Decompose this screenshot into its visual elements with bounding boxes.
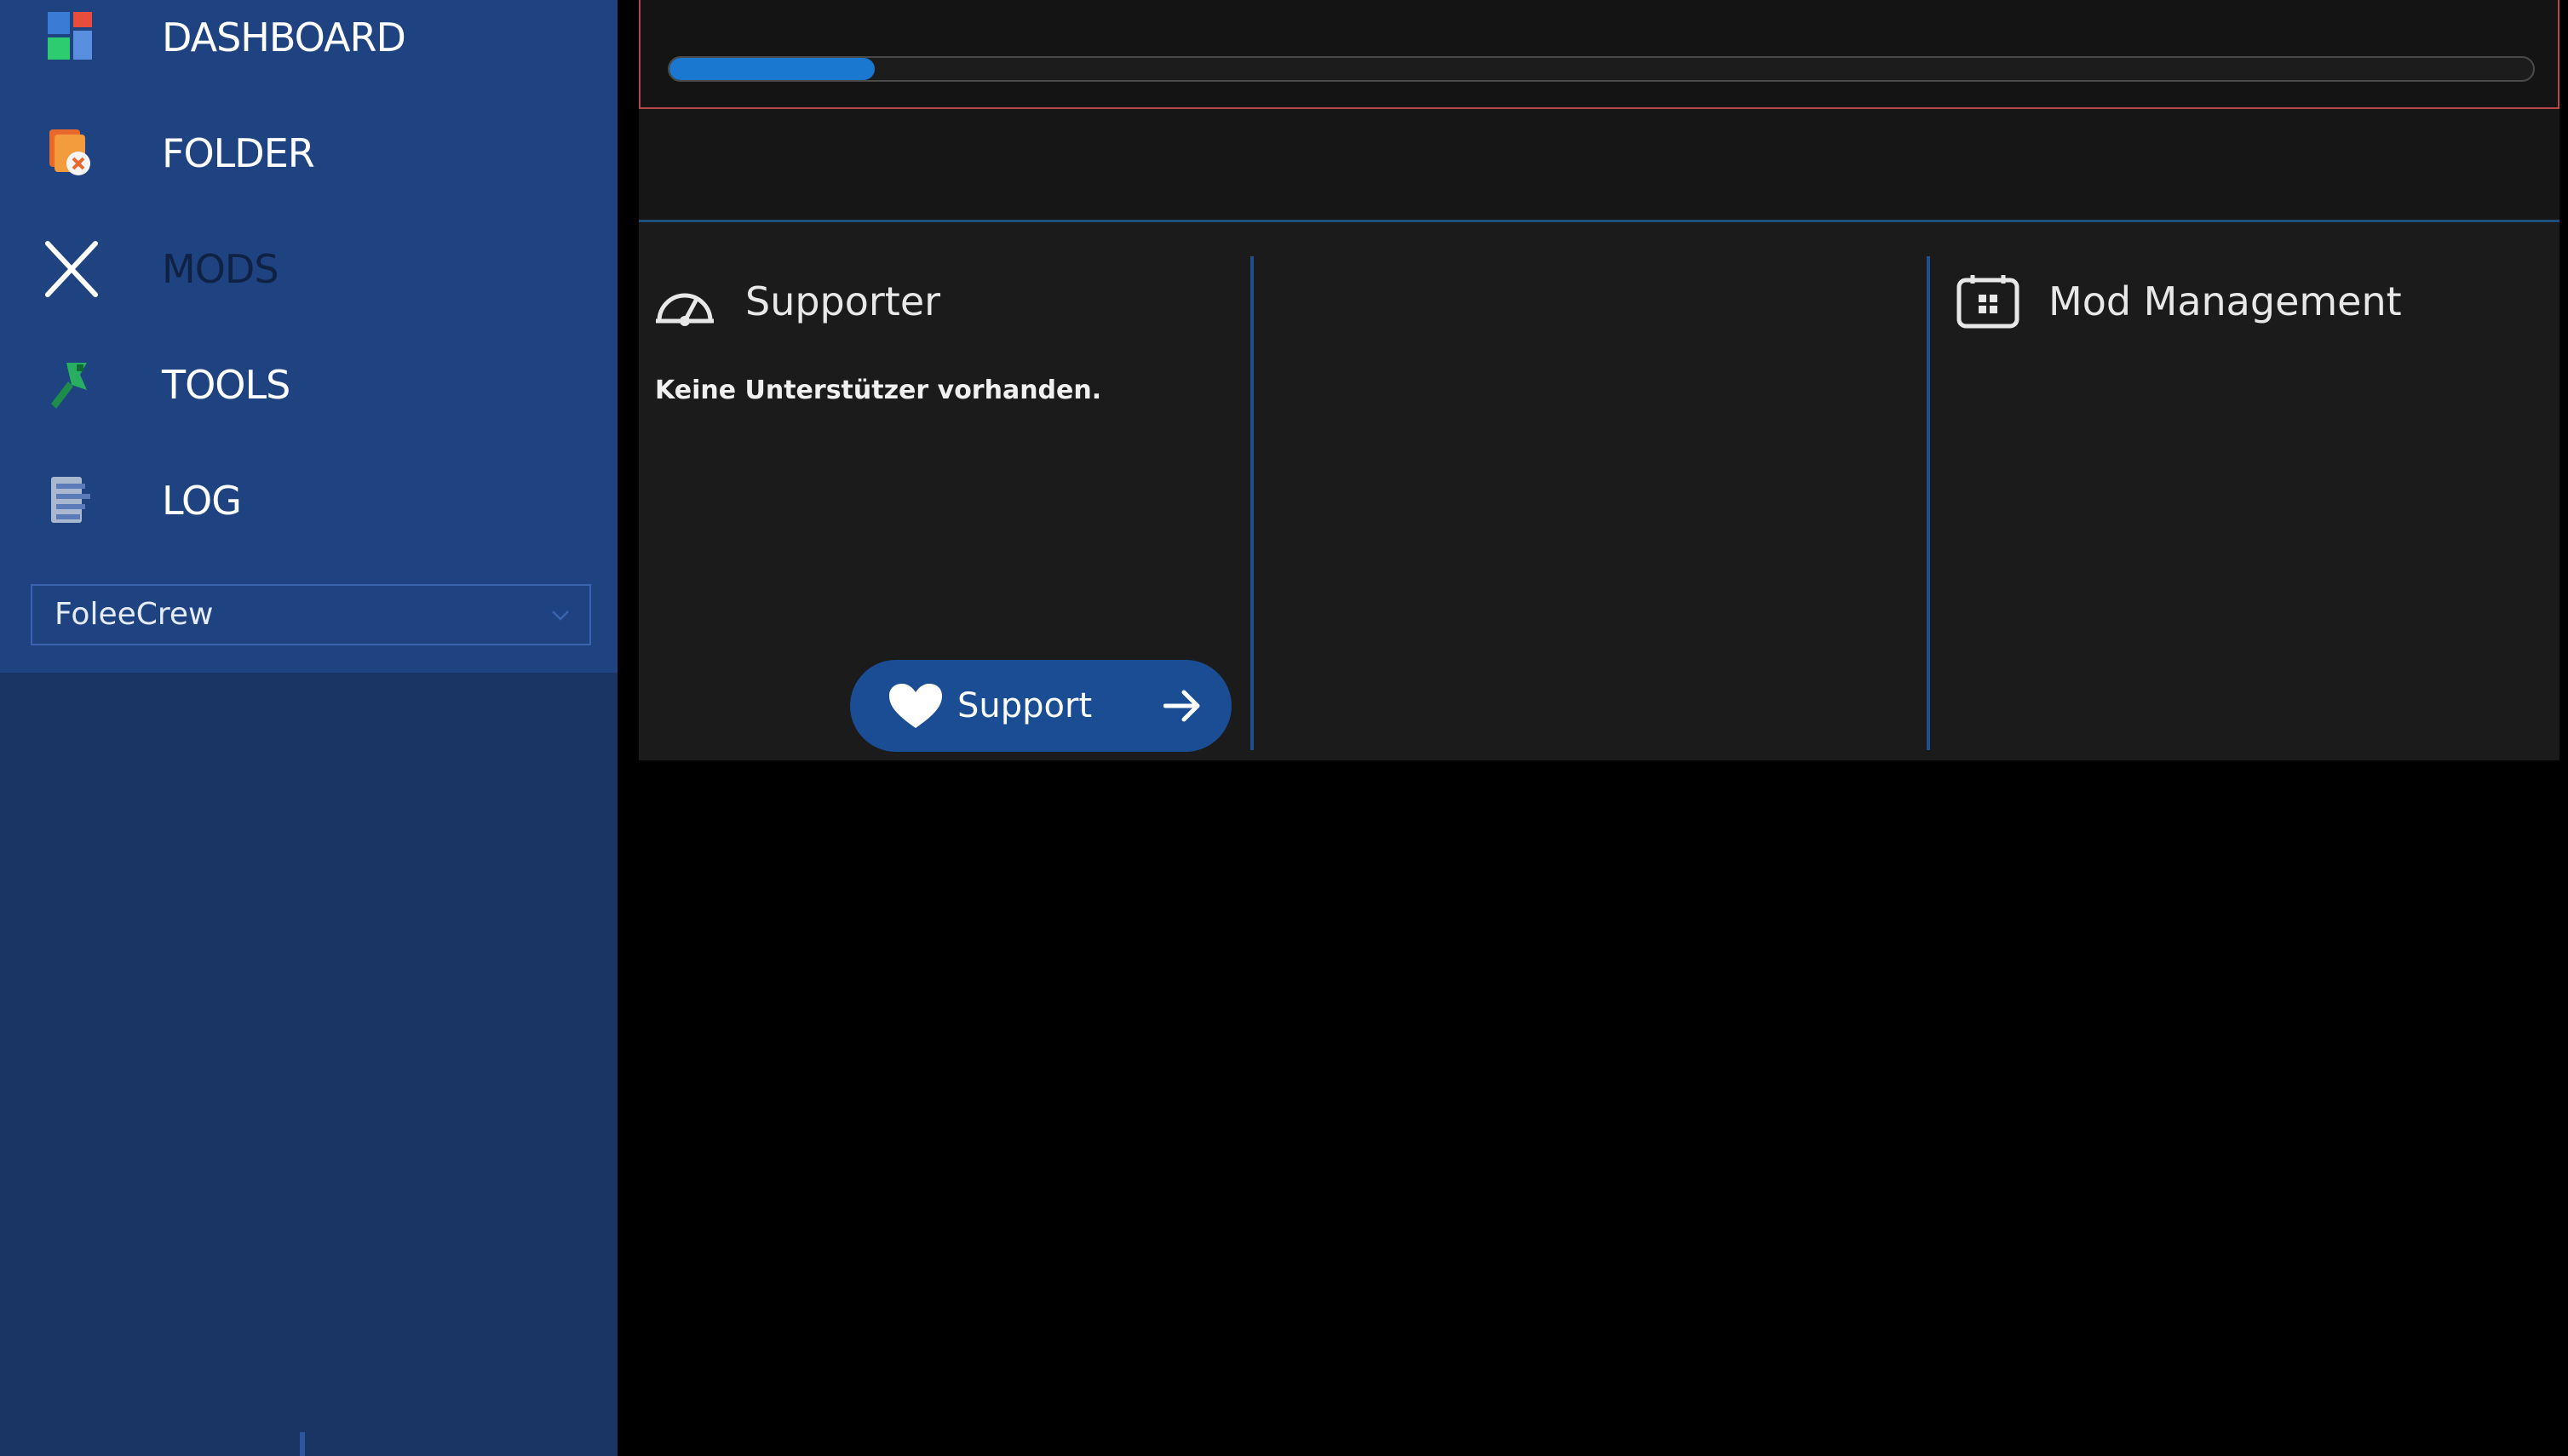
supporter-message: Keine Unterstützer vorhanden. [655,375,1102,405]
progress-bar [668,56,2535,82]
sidebar-item-label: TOOLS [162,362,290,408]
crew-select-value: FoleeCrew [55,597,214,632]
crew-select[interactable]: FoleeCrew [31,584,591,645]
sidebar-item-log[interactable]: LOG [0,450,618,552]
sidebar-item-label: DASHBOARD [162,14,406,60]
grid-box-icon [1956,275,2019,329]
sidebar-item-folder[interactable]: FOLDER [0,102,618,204]
chevron-down-icon [552,610,569,621]
heart-icon [889,684,942,728]
sidebar-nav-panel: DASHBOARD FOLDER MODS TOOLS LOG FoleeCre… [0,0,618,673]
supporter-title: Supporter [745,278,941,324]
folder-icon [49,129,90,175]
log-icon [51,477,90,523]
arrow-right-icon [1163,690,1200,722]
update-panel [639,0,2559,109]
dashboard-icon [48,12,92,60]
sidebar-item-label: FOLDER [162,130,315,176]
sidebar: DASHBOARD FOLDER MODS TOOLS LOG FoleeCre… [0,0,618,1456]
spacer-band [639,109,2559,221]
mod-management-title: Mod Management [2048,278,2402,324]
sidebar-item-tools[interactable]: TOOLS [0,334,618,436]
support-button[interactable]: Support [850,660,1232,752]
sidebar-item-dashboard[interactable]: DASHBOARD [0,0,618,89]
close-icon [45,241,98,297]
card-divider [1927,256,1930,750]
sidebar-item-mods[interactable]: MODS [0,218,618,320]
speedometer-icon [656,293,714,326]
cards-row: Supporter Keine Unterstützer vorhanden. … [639,222,2559,760]
support-button-label: Support [957,686,1093,725]
progress-bar-fill [669,58,875,80]
tools-icon [51,363,87,409]
sidebar-item-label: MODS [162,246,279,292]
card-divider [1250,256,1254,750]
scrollbar-hint[interactable] [300,1432,305,1456]
sidebar-item-label: LOG [162,478,242,524]
